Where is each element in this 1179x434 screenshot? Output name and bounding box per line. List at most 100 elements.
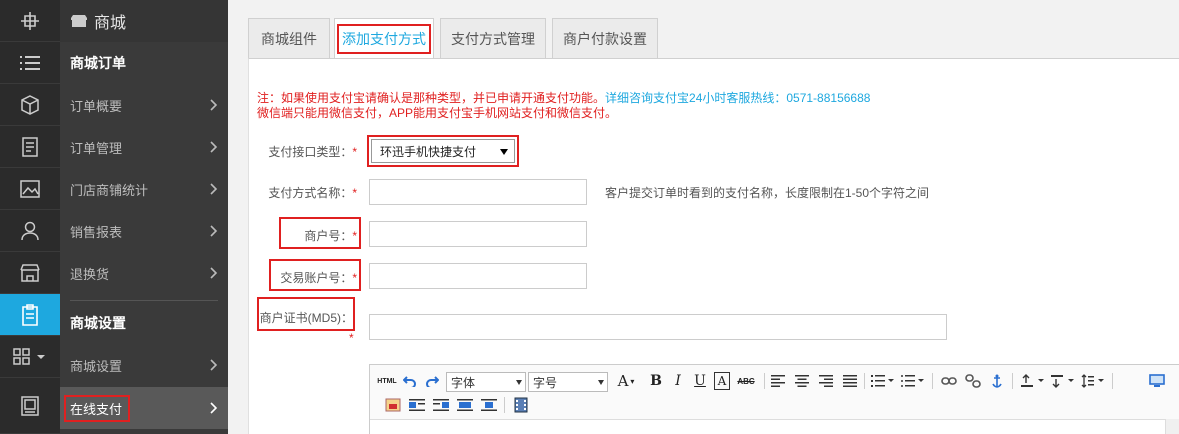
image-insert-icon[interactable] (384, 396, 402, 414)
required-mark: * (349, 331, 354, 345)
tab-merchant-payment-settings[interactable]: 商户付款设置 (552, 18, 658, 58)
sidebar-divider (70, 300, 218, 301)
sidebar-item-label: 退换货 (70, 266, 110, 282)
font-size-select[interactable]: 字号 (528, 372, 608, 392)
row-spacing-bottom-icon[interactable] (1050, 372, 1076, 390)
image-center-icon[interactable] (480, 396, 498, 414)
payment-notice: 注：如果使用支付宝请确认是那种类型，并已申请开通支付功能。详细咨询支付宝24小时… (257, 91, 870, 121)
picture-frame-icon[interactable] (0, 378, 60, 434)
sidebar-section-orders: 商城订单 (70, 55, 126, 71)
line-height-icon[interactable] (1080, 372, 1106, 390)
html-source-button[interactable]: HTML (376, 372, 398, 390)
tab-payment-management[interactable]: 支付方式管理 (440, 18, 546, 58)
sidebar-item-order-summary[interactable]: 订单概要 (60, 84, 228, 126)
anchor-icon[interactable] (988, 372, 1006, 390)
rich-text-editor: HTML 字体 字号 A ▾ B I U A ABC (369, 364, 1179, 434)
tab-label: 商城组件 (261, 30, 317, 47)
font-color-button[interactable]: A ▾ (614, 372, 638, 390)
tab-mall-components[interactable]: 商城组件 (248, 18, 330, 58)
underline-button[interactable]: U (692, 372, 708, 390)
font-family-select[interactable]: 字体 (446, 372, 526, 392)
align-justify-icon[interactable] (842, 372, 858, 390)
sidebar-item-label: 订单管理 (70, 140, 123, 156)
sidebar-item-order-management[interactable]: 订单管理 (60, 126, 228, 168)
video-icon[interactable] (512, 396, 530, 414)
sidebar-brand[interactable]: 商城 (60, 0, 228, 42)
align-center-icon[interactable] (794, 372, 810, 390)
logo-icon[interactable] (0, 0, 60, 42)
chevron-right-icon (210, 99, 218, 111)
align-right-icon[interactable] (818, 372, 834, 390)
tab-label: 商户付款设置 (563, 30, 647, 47)
unordered-list-icon[interactable] (900, 372, 926, 390)
tab-add-payment-method[interactable]: 添加支付方式 (334, 18, 434, 59)
store-icon (71, 15, 87, 27)
chevron-right-icon (210, 359, 218, 371)
toolbar-divider (504, 397, 505, 413)
editor-scrollbar[interactable] (1165, 419, 1179, 434)
merchant-number-label: 商户号：* (304, 229, 357, 243)
notice-text-line2: 微信端只能用微信支付，APP能用支付宝手机网站支付和微信支付。 (257, 106, 618, 120)
sidebar-item-sales-report[interactable]: 销售报表 (60, 210, 228, 252)
sidebar-item-store-stats[interactable]: 门店商铺统计 (60, 168, 228, 210)
image-none-icon[interactable] (456, 396, 474, 414)
icon-rail (0, 0, 60, 434)
tab-label: 支付方式管理 (451, 30, 535, 47)
merchant-number-input[interactable] (369, 221, 587, 247)
sidebar-item-label: 销售报表 (70, 224, 123, 240)
chevron-right-icon (210, 225, 218, 237)
sidebar-item-label: 商城设置 (70, 358, 123, 374)
chevron-right-icon (210, 402, 218, 414)
chevron-right-icon (210, 141, 218, 153)
payment-type-select[interactable]: 环迅手机快捷支付 (371, 139, 515, 163)
image-right-icon[interactable] (432, 396, 450, 414)
payment-type-label: 支付接口类型：* (268, 145, 357, 159)
store-icon[interactable] (0, 252, 60, 294)
image-icon[interactable] (0, 168, 60, 210)
merchant-cert-label: 商户证书(MD5)： (259, 311, 353, 325)
sidebar-section-settings: 商城设置 (70, 315, 126, 331)
preview-icon[interactable] (1148, 372, 1166, 390)
payment-type-value: 环迅手机快捷支付 (380, 144, 477, 159)
notice-hotline: 详细咨询支付宝24小时客服热线：0571-88156688 (605, 91, 871, 105)
grid-icon[interactable] (0, 336, 60, 378)
sidebar-item-mall-settings[interactable]: 商城设置 (60, 344, 228, 386)
undo-icon[interactable] (402, 372, 418, 390)
toolbar-divider (932, 373, 933, 389)
form-panel: 注：如果使用支付宝请确认是那种类型，并已申请开通支付功能。详细咨询支付宝24小时… (248, 58, 1179, 434)
italic-button[interactable]: I (670, 372, 686, 390)
align-left-icon[interactable] (770, 372, 786, 390)
link-icon[interactable] (940, 372, 958, 390)
main-content: 商城组件 添加支付方式 支付方式管理 商户付款设置 注：如果使用支付宝请确认是那… (228, 0, 1179, 434)
toolbar-divider (1112, 373, 1113, 389)
image-left-icon[interactable] (408, 396, 426, 414)
ordered-list-icon[interactable] (870, 372, 896, 390)
sidebar-item-online-payment[interactable]: 在线支付 (60, 387, 228, 429)
sidebar-item-returns[interactable]: 退换货 (60, 252, 228, 294)
strikethrough-button[interactable]: ABC (736, 372, 756, 390)
payment-name-label: 支付方式名称：* (268, 186, 357, 200)
payment-name-input[interactable] (369, 179, 587, 205)
row-spacing-top-icon[interactable] (1020, 372, 1046, 390)
sidebar-item-label: 订单概要 (70, 98, 123, 114)
sidebar-brand-label: 商城 (94, 15, 127, 32)
unlink-icon[interactable] (964, 372, 982, 390)
user-icon[interactable] (0, 210, 60, 252)
redo-icon[interactable] (424, 372, 440, 390)
bold-button[interactable]: B (648, 372, 664, 390)
trade-account-input[interactable] (369, 263, 587, 289)
border-text-button[interactable]: A (714, 372, 730, 390)
sidebar-item-label: 在线支付 (64, 394, 131, 422)
editor-toolbar-row-1: HTML 字体 字号 A ▾ B I U A ABC (370, 369, 1179, 393)
cube-icon[interactable] (0, 84, 60, 126)
toolbar-divider (764, 373, 765, 389)
sidebar: 商城 商城订单 订单概要 订单管理 门店商铺统计 销售报表 退换货 商城设置 商… (60, 0, 228, 434)
list-icon[interactable] (0, 42, 60, 84)
toolbar-divider (864, 373, 865, 389)
merchant-cert-input[interactable] (369, 314, 947, 340)
document-icon[interactable] (0, 126, 60, 168)
editor-content-area[interactable] (370, 419, 1179, 434)
sidebar-item-label: 门店商铺统计 (70, 182, 149, 198)
clipboard-icon[interactable] (0, 294, 60, 336)
trade-account-label: 交易账户号：* (280, 271, 357, 285)
